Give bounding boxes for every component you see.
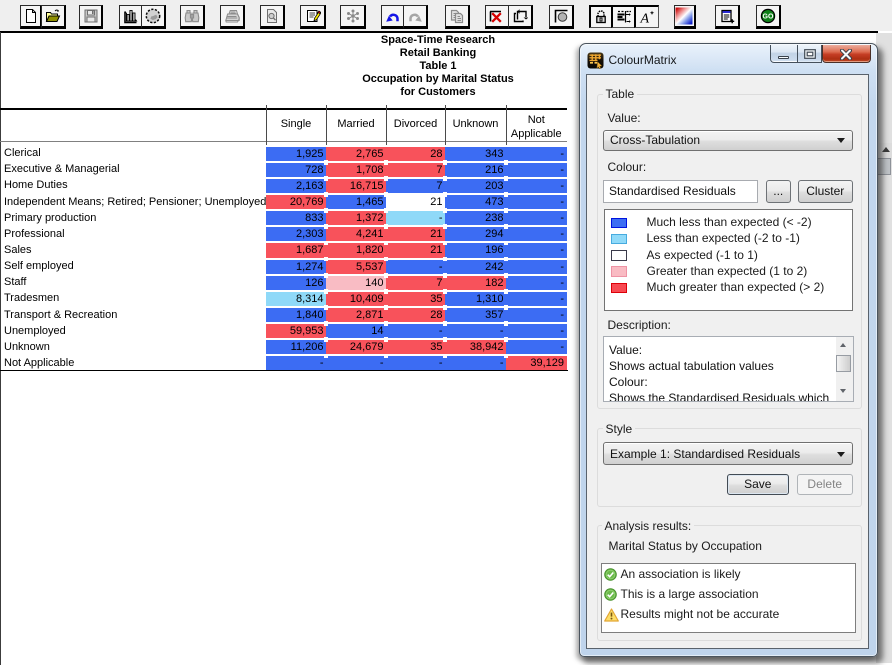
- svg-text:A: A: [640, 12, 650, 26]
- svg-text:GO: GO: [762, 14, 773, 21]
